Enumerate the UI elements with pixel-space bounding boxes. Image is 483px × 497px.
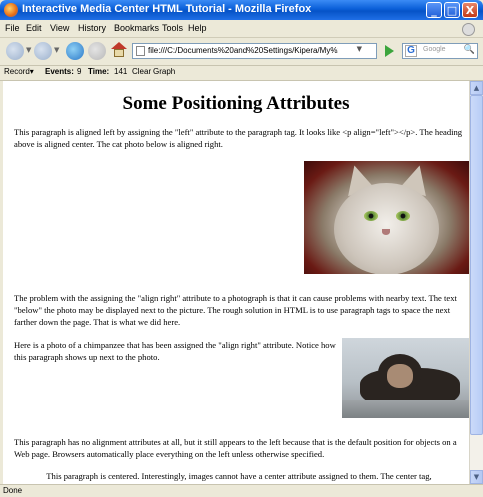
navigation-toolbar: ▼ ▼ file:///C:/Documents%20and%20Setting…	[0, 38, 483, 66]
stop-button[interactable]	[88, 42, 106, 60]
page-heading: Some Positioning Attributes	[122, 93, 350, 114]
menu-tools[interactable]: Tools	[162, 23, 183, 33]
rock	[342, 400, 469, 418]
graph-button[interactable]: Graph	[153, 67, 175, 76]
search-placeholder[interactable]: Google	[423, 46, 446, 53]
menu-file[interactable]: File	[5, 23, 20, 33]
url-bar[interactable]: file:///C:/Documents%20and%20Settings/Ki…	[132, 43, 377, 59]
scroll-down-button[interactable]: ▼	[470, 470, 483, 484]
reload-button[interactable]	[66, 42, 84, 60]
menu-bar: File Edit View History Bookmarks Tools H…	[0, 20, 483, 38]
title-bar[interactable]: Interactive Media Center HTML Tutorial -…	[0, 0, 483, 20]
paragraph-left-aligned: This paragraph is aligned left by assign…	[14, 127, 463, 149]
minimize-button[interactable]: _	[426, 2, 442, 18]
search-box[interactable]: G Google 🔍	[402, 43, 478, 59]
url-text[interactable]: file:///C:/Documents%20and%20Settings/Ki…	[148, 46, 338, 55]
close-button[interactable]: X	[462, 2, 478, 18]
events-label: Events:	[45, 67, 74, 76]
menu-bookmarks[interactable]: Bookmarks	[114, 23, 159, 33]
go-button[interactable]	[382, 43, 396, 58]
menu-history[interactable]: History	[78, 23, 106, 33]
forward-history-icon[interactable]: ▼	[54, 46, 59, 54]
record-label: Record	[4, 67, 30, 76]
chimp-face	[387, 364, 413, 388]
menu-view[interactable]: View	[50, 23, 69, 33]
clear-button[interactable]: Clear	[132, 67, 151, 76]
menu-edit[interactable]: Edit	[26, 23, 42, 33]
search-icon[interactable]: 🔍	[464, 45, 475, 55]
google-icon[interactable]: G	[405, 45, 417, 57]
chimpanzee-photo	[342, 338, 469, 418]
firefox-icon	[4, 3, 18, 17]
events-value: 9	[77, 67, 82, 76]
paragraph-centered: This paragraph is centered. Interestingl…	[46, 471, 432, 481]
vertical-scrollbar[interactable]: ▲ ▼	[469, 81, 483, 484]
cat-eye-right	[396, 211, 410, 221]
paragraph-problem: The problem with the assigning the "alig…	[14, 293, 457, 327]
record-toolbar: Record▾ Events: 9 Time: 141 Clear Graph	[0, 66, 483, 81]
menu-help[interactable]: Help	[188, 23, 207, 33]
scroll-thumb[interactable]	[470, 95, 483, 435]
time-label: Time:	[88, 67, 110, 76]
paragraph-chimp: Here is a photo of a chimpanzee that has…	[14, 340, 336, 362]
cat-photo	[304, 161, 469, 274]
back-button[interactable]	[6, 42, 24, 60]
window-title: Interactive Media Center HTML Tutorial -…	[22, 3, 312, 15]
record-button[interactable]: Record▾	[4, 67, 34, 76]
scroll-up-button[interactable]: ▲	[470, 81, 483, 95]
throbber-icon	[462, 23, 475, 36]
page-icon	[136, 46, 145, 56]
browser-window: Interactive Media Center HTML Tutorial -…	[0, 0, 483, 497]
url-dropdown-icon[interactable]: ▼	[357, 45, 362, 53]
paragraph-default: This paragraph has no alignment attribut…	[14, 437, 457, 459]
back-history-icon[interactable]: ▼	[26, 46, 31, 54]
maximize-button[interactable]: □	[444, 2, 460, 18]
home-button[interactable]	[111, 42, 127, 58]
status-text: Done	[3, 486, 23, 495]
cat-eye-left	[364, 211, 378, 221]
cat-nose	[382, 229, 390, 235]
time-value: 141	[114, 67, 128, 76]
page-content: Some Positioning Attributes This paragra…	[3, 81, 469, 484]
status-bar: Done	[0, 484, 483, 497]
forward-button[interactable]	[34, 42, 52, 60]
